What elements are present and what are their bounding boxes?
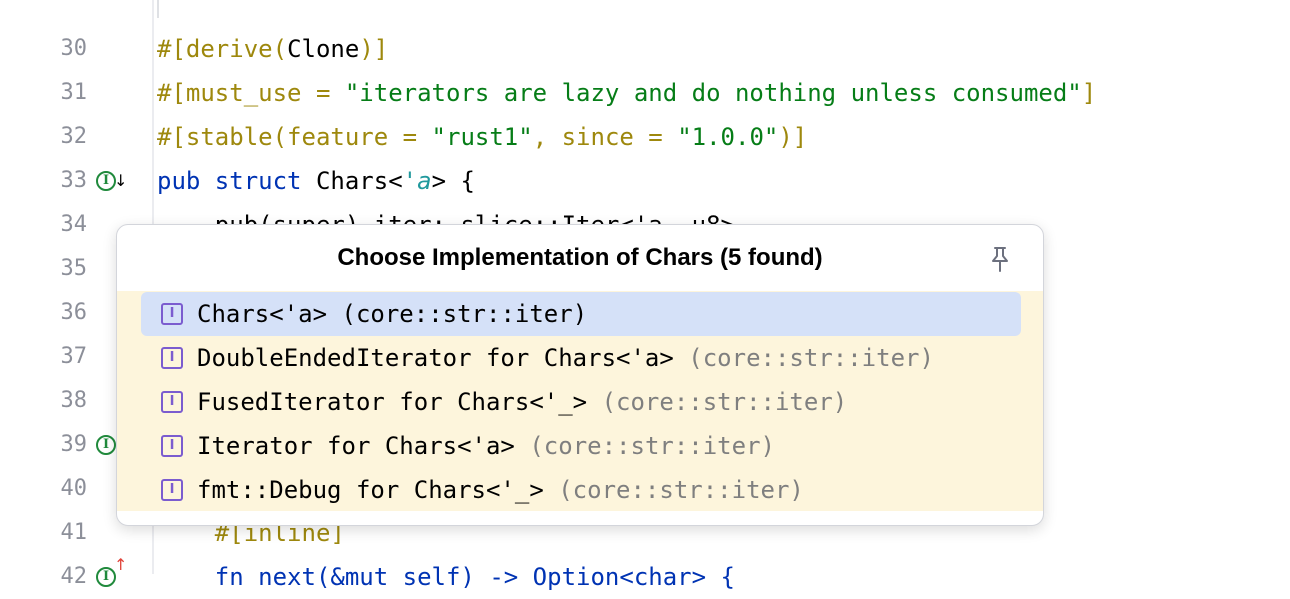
implementation-item[interactable]: I Chars<'a> (core::str::iter) xyxy=(141,292,1021,336)
pin-icon[interactable] xyxy=(987,245,1013,273)
code-token: )] xyxy=(359,35,389,63)
implementation-name: fmt::Debug for Chars<'_> xyxy=(197,476,559,504)
code-token: fn next(&mut self) -> Option<char> { xyxy=(157,563,735,591)
implementation-list: I Chars<'a> (core::str::iter) I DoubleEnded… xyxy=(117,291,1043,511)
line-number[interactable]: 31 xyxy=(0,71,88,115)
implementing-gutter-icon[interactable]: I xyxy=(96,435,116,455)
code-token: Chars< xyxy=(315,167,403,195)
line-number[interactable]: 38 xyxy=(0,379,88,423)
line-number[interactable]: 42 xyxy=(0,555,88,599)
line-number[interactable]: 39 xyxy=(0,423,88,467)
code-text[interactable]: pub struct Chars<'a> { xyxy=(157,159,475,203)
implementation-item[interactable]: I FusedIterator for Chars<'_> (core::str:… xyxy=(141,380,1021,424)
code-token: "rust1" xyxy=(431,123,533,151)
implementation-name: Chars<'a> xyxy=(197,300,342,328)
implementation-item-label: DoubleEndedIterator for Chars<'a> (core:… xyxy=(197,336,934,380)
code-token: pub xyxy=(157,167,215,195)
indent-guide xyxy=(157,0,159,18)
implementation-name: DoubleEndedIterator for Chars<'a> xyxy=(197,344,689,372)
code-token: #[ xyxy=(157,35,186,63)
impl-icon: I xyxy=(161,479,183,501)
code-token: Clone xyxy=(287,35,360,63)
implementation-name: FusedIterator for Chars<'_> xyxy=(197,388,602,416)
code-token: 'a xyxy=(402,167,432,195)
code-line[interactable]: 31 #[must_use = "iterators are lazy and d… xyxy=(0,71,1290,115)
impl-icon: I xyxy=(161,391,183,413)
code-token: "iterators are lazy and do nothing unles… xyxy=(344,79,1082,107)
implementation-location: (core::str::iter) xyxy=(341,300,588,328)
implementation-location: (core::str::iter) xyxy=(529,432,775,460)
implementation-item-label: FusedIterator for Chars<'_> (core::str::… xyxy=(197,380,847,424)
line-number[interactable]: 35 xyxy=(0,247,88,291)
implementation-location: (core::str::iter) xyxy=(688,344,934,372)
line-number[interactable]: 37 xyxy=(0,335,88,379)
code-text[interactable]: #[derive(Clone)] xyxy=(157,27,388,71)
code-token: ( xyxy=(272,35,288,63)
implementation-item-label: fmt::Debug for Chars<'_> (core::str::ite… xyxy=(197,468,804,512)
code-token: "1.0.0" xyxy=(677,123,779,151)
code-text[interactable]: #[must_use = "iterators are lazy and do … xyxy=(157,71,1096,115)
code-line[interactable]: 33 I ↓ pub struct Chars<'a> { xyxy=(0,159,1290,203)
implementation-item[interactable]: I Iterator for Chars<'a> (core::str::iter… xyxy=(141,424,1021,468)
implementation-location: (core::str::iter) xyxy=(601,388,848,416)
line-number[interactable]: 40 xyxy=(0,467,88,511)
implemented-gutter-icon[interactable]: I xyxy=(96,171,116,191)
impl-icon: I xyxy=(161,347,183,369)
arrow-down-icon: ↓ xyxy=(114,171,128,190)
line-number[interactable]: 34 xyxy=(0,203,88,247)
implementation-item-label: Iterator for Chars<'a> (core::str::iter) xyxy=(197,424,775,468)
code-token: , since = xyxy=(532,123,678,151)
impl-icon: I xyxy=(161,435,183,457)
code-token: derive xyxy=(185,35,273,63)
line-number[interactable]: 30 xyxy=(0,27,88,71)
implementation-name: Iterator for Chars<'a> xyxy=(197,432,530,460)
arrow-up-icon: ↑ xyxy=(114,555,128,574)
code-token: ] xyxy=(1081,79,1097,107)
code-token: > { xyxy=(431,167,475,195)
code-token: )] xyxy=(778,123,808,151)
implementing-gutter-icon[interactable]: I xyxy=(96,567,116,587)
code-line[interactable]: 32 #[stable(feature = "rust1", since = "1… xyxy=(0,115,1290,159)
code-token: struct xyxy=(214,167,316,195)
code-token: #[must_use = xyxy=(157,79,345,107)
code-line[interactable]: 42 I ↑ fn next(&mut self) -> Option<char> … xyxy=(0,555,1290,599)
code-line[interactable]: 30 #[derive(Clone)] xyxy=(0,27,1290,71)
implementation-item[interactable]: I DoubleEndedIterator for Chars<'a> (core… xyxy=(141,336,1021,380)
popup-title: Choose Implementation of Chars (5 found) xyxy=(337,244,823,271)
implementation-location: (core::str::iter) xyxy=(558,476,804,504)
code-text[interactable]: fn next(&mut self) -> Option<char> { xyxy=(157,555,735,599)
code-token: #[stable(feature = xyxy=(157,123,432,151)
line-number[interactable]: 32 xyxy=(0,115,88,159)
implementation-item-label: Chars<'a> (core::str::iter) xyxy=(197,292,587,336)
code-text[interactable]: #[stable(feature = "rust1", since = "1.0… xyxy=(157,115,807,159)
implementation-item[interactable]: Ifmt::Debug for Chars<'_> (core::str::it… xyxy=(141,468,1021,512)
choose-implementation-popup: Choose Implementation of Chars (5 found)… xyxy=(116,224,1044,526)
line-number[interactable]: 36 xyxy=(0,291,88,335)
line-number[interactable]: 33 xyxy=(0,159,88,203)
impl-icon: I xyxy=(161,303,183,325)
line-number[interactable]: 41 xyxy=(0,511,88,555)
